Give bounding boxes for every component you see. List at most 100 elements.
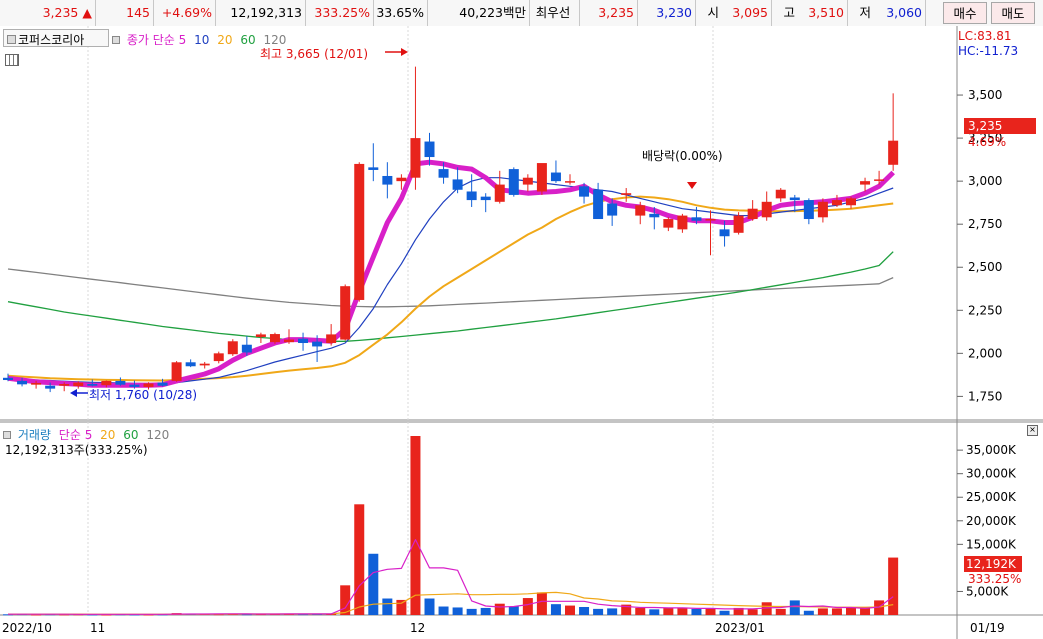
price-tick-label: 2,750	[968, 217, 1002, 231]
price-tick-label: 3,000	[968, 174, 1002, 188]
candle-body	[269, 334, 280, 343]
current-price: 3,235	[42, 5, 79, 20]
x-axis-label: 11	[90, 621, 105, 635]
candle-body	[761, 201, 772, 218]
low-price: 3,060	[874, 0, 926, 26]
candle-body	[340, 286, 351, 340]
candle-body	[115, 380, 126, 385]
quote-bar: 3,235 ▲ 145 +4.69% 12,192,313 333.25% 33…	[0, 0, 1043, 27]
candle-body	[452, 179, 463, 190]
candle-body	[803, 200, 814, 220]
price-tick-label: 2,250	[968, 303, 1002, 317]
volume-ma-label: 단순	[58, 428, 81, 442]
candle-body	[846, 198, 856, 206]
volume-bar	[888, 557, 899, 615]
volume-bar	[579, 606, 590, 615]
candle-body	[213, 353, 224, 362]
candle-body	[663, 219, 674, 228]
volume-bar	[368, 553, 379, 615]
current-change-tag: 4.69%	[968, 135, 1007, 149]
best-quote-label: 최우선	[530, 0, 580, 26]
current-volume-tag: 12,192K	[966, 557, 1016, 571]
candle-body	[494, 184, 505, 202]
volume-bar	[494, 603, 505, 615]
candle-body	[733, 215, 744, 233]
candle-body	[691, 217, 702, 221]
volume-bar	[522, 598, 533, 615]
open-price: 3,095	[722, 0, 772, 26]
candle-body	[831, 200, 842, 206]
x-axis-label: 01/19	[970, 621, 1005, 635]
volume-bar	[565, 605, 575, 615]
volume-bar	[846, 607, 856, 615]
buy-button[interactable]: 매수	[943, 2, 987, 24]
current-volume-text: 12,192,313주(333.25%)	[5, 443, 148, 457]
current-volume-pct-tag: 333.25%	[968, 572, 1022, 586]
stock-chart[interactable]: 3,5003,2503,0002,7502,5002,2502,0001,750…	[0, 26, 1043, 639]
volume-bar	[438, 606, 449, 615]
candle-body	[3, 377, 13, 381]
volume-bar	[775, 608, 786, 615]
volume-bar	[719, 610, 730, 615]
candle-body	[45, 385, 56, 389]
candle-body	[719, 229, 730, 237]
high-label: 고	[783, 5, 795, 20]
candle-body	[382, 175, 393, 185]
price-tick-label: 2,000	[968, 346, 1002, 360]
volume-bar	[635, 607, 646, 615]
candle-body	[536, 163, 547, 192]
candle-body	[199, 363, 210, 366]
vol-ma20-label: 20	[100, 428, 116, 442]
price-cell: 3,235 ▲	[0, 0, 96, 26]
volume-ratio: 333.25%	[306, 0, 374, 26]
price-tick-label: 1,750	[968, 389, 1002, 403]
low-label: 저	[859, 5, 871, 20]
volume-tick-label: 20,000K	[966, 514, 1017, 528]
candle-body	[550, 172, 561, 182]
candle-body	[396, 177, 407, 182]
volume-tick-label: 5,000K	[966, 584, 1009, 598]
stock-name-box[interactable]: 코퍼스코리아	[3, 29, 109, 47]
volume-bar	[789, 600, 800, 615]
volume-value: 12,192,313	[216, 0, 306, 26]
candle-body	[888, 140, 899, 165]
candle-body	[101, 380, 112, 386]
ask-price: 3,235	[580, 0, 638, 26]
candle-body	[410, 138, 421, 178]
sell-button[interactable]: 매도	[991, 2, 1035, 24]
volume-tick-label: 30,000K	[966, 467, 1017, 481]
ma60-label: 60	[240, 33, 256, 47]
candle-body	[284, 339, 294, 343]
ma10-label: 10	[194, 33, 210, 47]
table-view-icon[interactable]	[5, 54, 19, 66]
panel-close-icon[interactable]: ×	[1027, 425, 1038, 436]
volume-bar	[508, 606, 519, 615]
volume-bar	[831, 608, 842, 615]
vol-ma120-label: 120	[146, 428, 170, 442]
volume-bar	[452, 607, 463, 615]
turnover-rate: 33.65%	[374, 0, 428, 26]
price-tick-label: 3,500	[968, 88, 1002, 102]
candle-body	[817, 201, 828, 218]
high-price: 3,510	[798, 0, 848, 26]
up-arrow-icon: ▲	[82, 5, 92, 20]
volume-bar	[536, 592, 547, 615]
change-value: 145	[96, 0, 154, 26]
candle-body	[621, 193, 632, 195]
candle-body	[635, 205, 646, 216]
x-axis-label: 2022/10	[2, 621, 52, 635]
volume-bar	[705, 608, 716, 615]
candle-body	[17, 380, 28, 385]
stock-name: 코퍼스코리아	[18, 33, 85, 47]
candle-body	[185, 362, 196, 367]
candle-body	[747, 208, 758, 220]
candle-body	[354, 163, 365, 300]
ma-label: 종가 단순	[126, 33, 175, 47]
high-annotation: 최고 3,665 (12/01)	[260, 47, 369, 61]
volume-bar	[396, 599, 407, 615]
volume-bar	[817, 608, 828, 615]
candle-body	[860, 181, 871, 185]
volume-bar	[466, 608, 477, 615]
candle-body	[677, 215, 688, 230]
candle-body	[565, 181, 575, 183]
